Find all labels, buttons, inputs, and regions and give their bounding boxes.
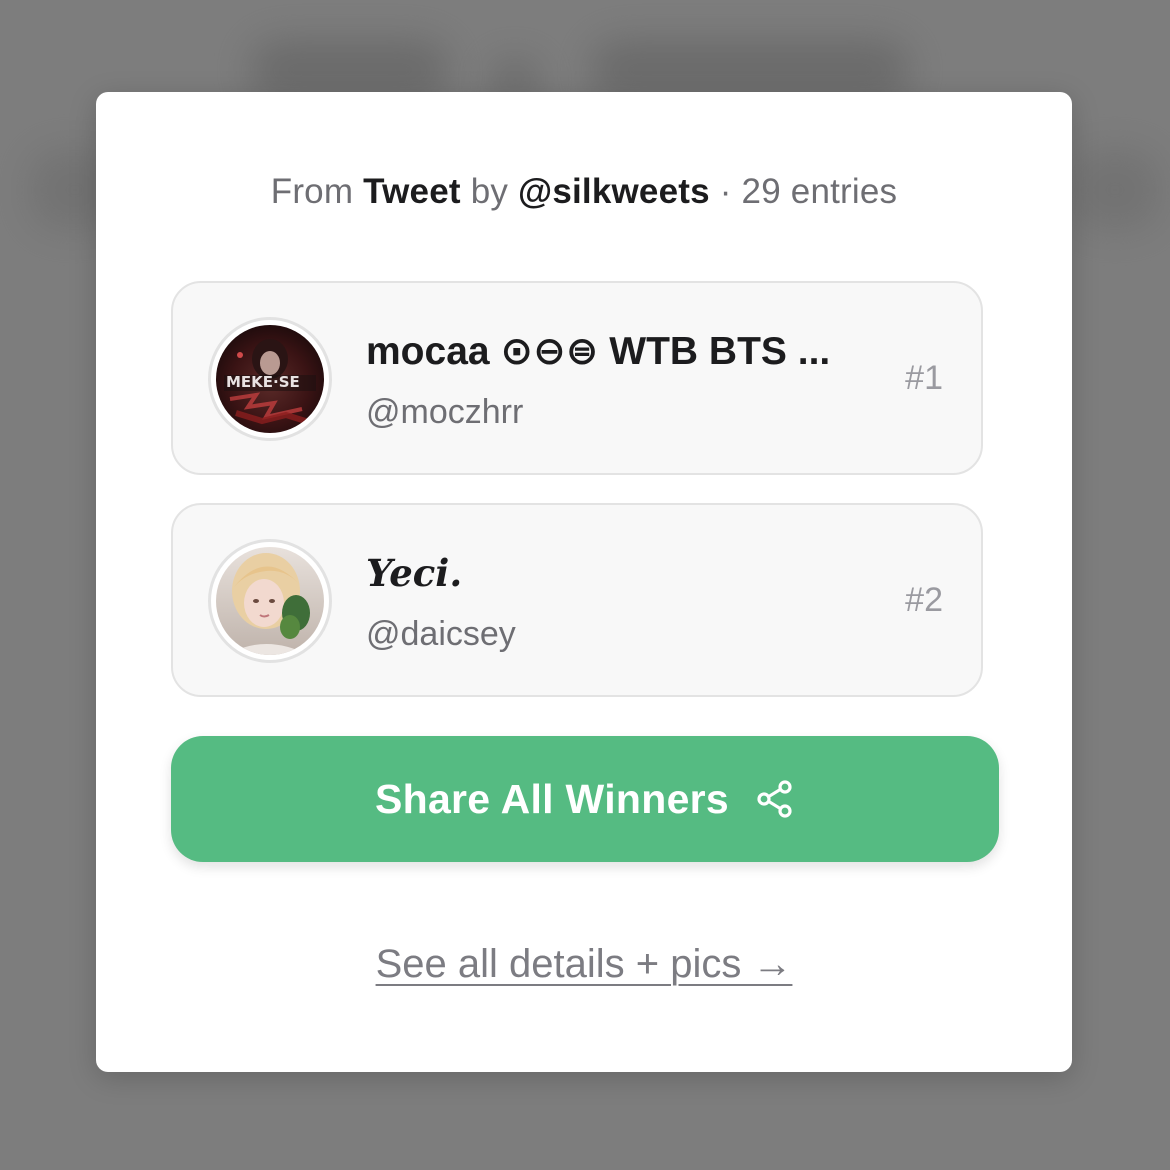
avatar-ring	[208, 539, 332, 663]
source-type[interactable]: Tweet	[363, 172, 461, 211]
see-all-details-link[interactable]: See all details + pics →	[96, 942, 1072, 987]
share-icon	[755, 779, 795, 819]
background-blur	[1070, 150, 1160, 230]
background-blur	[590, 40, 910, 100]
source-separator: ·	[719, 172, 732, 211]
avatar	[216, 547, 324, 655]
source-by: by	[470, 172, 509, 211]
avatar-ring: MEKE·SE	[208, 317, 332, 441]
winner-card-2[interactable]: Yeci. @daicsey #2	[171, 503, 983, 697]
source-prefix: From	[270, 172, 354, 211]
winner-handle[interactable]: @daicsey	[366, 615, 516, 654]
entries-count: 29 entries	[741, 172, 898, 211]
source-author[interactable]: @silkweets	[518, 172, 710, 211]
avatar: MEKE·SE	[216, 325, 324, 433]
winners-modal: From Tweet by @silkweets · 29 entries ME…	[96, 92, 1072, 1072]
background-blur	[250, 40, 450, 100]
winner-handle[interactable]: @moczhrr	[366, 393, 523, 432]
winner-rank: #2	[905, 581, 943, 619]
winner-display-name: Yeci.	[366, 551, 463, 595]
share-all-winners-button[interactable]: Share All Winners	[171, 736, 999, 862]
svg-text:MEKE·SE: MEKE·SE	[226, 373, 300, 391]
source-line: From Tweet by @silkweets · 29 entries	[96, 172, 1072, 212]
winner-card-1[interactable]: MEKE·SE mocaa ⊙⊖⊜ WTB BTS ... @moczhrr #…	[171, 281, 983, 475]
share-button-label: Share All Winners	[374, 775, 730, 822]
winner-display-name: mocaa ⊙⊖⊜ WTB BTS ...	[366, 330, 831, 373]
winner-rank: #1	[905, 359, 943, 397]
